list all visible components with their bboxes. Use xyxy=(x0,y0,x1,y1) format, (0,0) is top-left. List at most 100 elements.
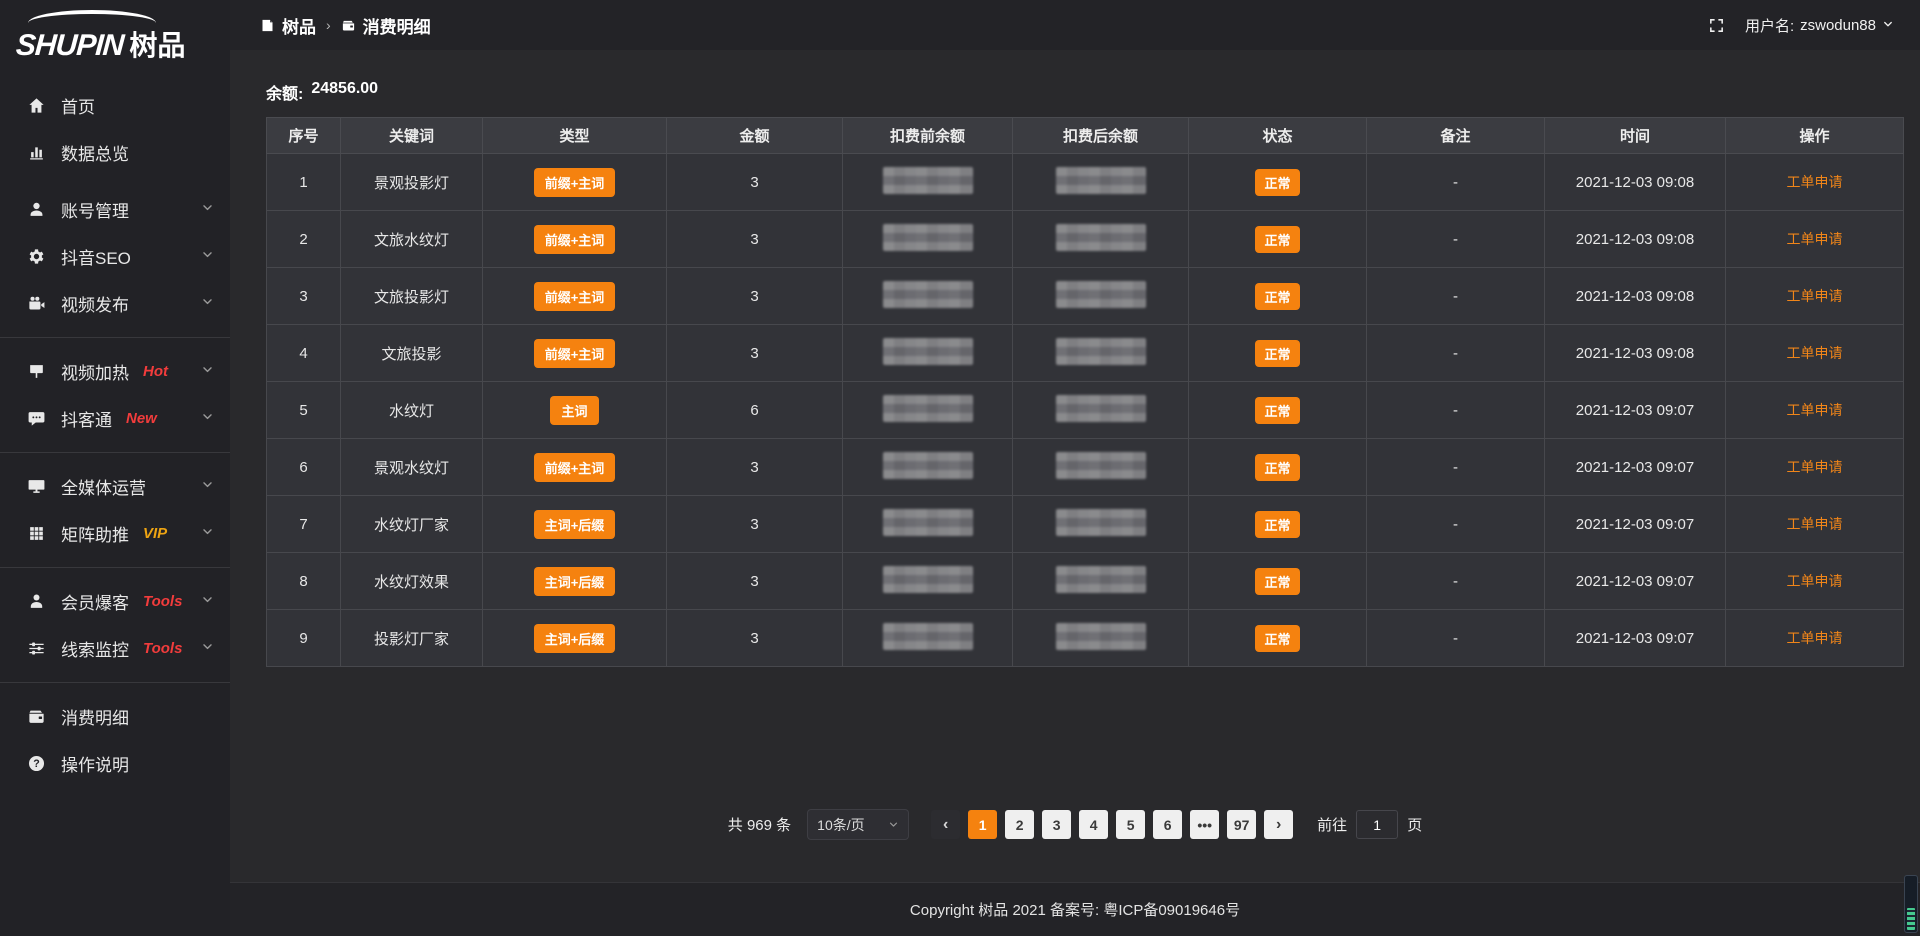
cell-amount: 3 xyxy=(667,610,843,667)
cell-keyword: 水纹灯效果 xyxy=(341,553,483,610)
cell-amount: 3 xyxy=(667,439,843,496)
cell-type: 主词+后缀 xyxy=(483,553,667,610)
sidebar-item[interactable]: 全媒体运营 xyxy=(0,463,230,510)
sidebar-item[interactable]: 抖客通 New xyxy=(0,395,230,442)
work-order-link[interactable]: 工单申请 xyxy=(1787,288,1843,304)
sidebar-item[interactable]: ? 操作说明 xyxy=(0,740,230,787)
redacted-balance-after xyxy=(1056,395,1146,422)
cell-action: 工单申请 xyxy=(1726,268,1904,325)
sidebar-item-tag: Tools xyxy=(143,593,182,610)
sidebar-item-label: 抖客通 xyxy=(61,406,112,431)
chevron-down-icon xyxy=(888,817,899,833)
sidebar-divider xyxy=(0,337,230,338)
redacted-balance-after xyxy=(1056,167,1146,194)
redacted-balance-before xyxy=(883,395,973,422)
user-area: 用户名: zswodun88 xyxy=(1708,15,1894,36)
sidebar-item[interactable]: 视频发布 xyxy=(0,280,230,327)
type-badge: 主词+后缀 xyxy=(534,510,616,539)
cell-action: 工单申请 xyxy=(1726,382,1904,439)
user-menu[interactable]: 用户名: zswodun88 xyxy=(1745,15,1894,36)
page-number-button[interactable]: 3 xyxy=(1042,810,1071,839)
sidebar-item[interactable]: 首页 xyxy=(0,82,230,129)
page-number-button[interactable]: 97 xyxy=(1227,810,1256,839)
sidebar-item-icon xyxy=(26,639,46,659)
sidebar-item[interactable]: 矩阵助推 VIP xyxy=(0,510,230,557)
top-bar: 树品 › 消费明细 用户名: zswodun88 xyxy=(230,0,1920,50)
sidebar-item[interactable]: 消费明细 xyxy=(0,693,230,740)
breadcrumb-item[interactable]: 树品 xyxy=(260,13,316,38)
green-bars-decoration xyxy=(1907,908,1915,930)
sidebar-item-icon: ? xyxy=(26,754,46,774)
type-badge: 前缀+主词 xyxy=(534,282,616,311)
cell-balance-before xyxy=(843,496,1013,553)
cell-type: 主词+后缀 xyxy=(483,610,667,667)
sidebar-item-icon xyxy=(26,362,46,382)
sidebar-item[interactable]: 账号管理 xyxy=(0,186,230,233)
work-order-link[interactable]: 工单申请 xyxy=(1787,174,1843,190)
cell-seq: 2 xyxy=(267,211,341,268)
goto-page-input[interactable]: 1 xyxy=(1356,810,1398,839)
cell-balance-before xyxy=(843,553,1013,610)
work-order-link[interactable]: 工单申请 xyxy=(1787,402,1843,418)
work-order-link[interactable]: 工单申请 xyxy=(1787,345,1843,361)
sidebar-item-icon xyxy=(26,524,46,544)
sidebar-item[interactable]: 抖音SEO xyxy=(0,233,230,280)
work-order-link[interactable]: 工单申请 xyxy=(1787,231,1843,247)
work-order-link[interactable]: 工单申请 xyxy=(1787,516,1843,532)
sidebar-item-label: 操作说明 xyxy=(61,751,129,776)
sidebar-item-label: 首页 xyxy=(61,93,95,118)
sidebar-item[interactable]: 视频加热 Hot xyxy=(0,348,230,395)
cell-keyword: 文旅水纹灯 xyxy=(341,211,483,268)
page-number-button[interactable]: ••• xyxy=(1190,810,1219,839)
work-order-link[interactable]: 工单申请 xyxy=(1787,573,1843,589)
chevron-down-icon xyxy=(201,525,214,543)
cell-status: 正常 xyxy=(1189,496,1367,553)
sidebar-item-icon xyxy=(26,707,46,727)
cell-seq: 1 xyxy=(267,154,341,211)
page-size-select[interactable]: 10条/页 xyxy=(807,809,909,840)
page-number-button[interactable]: 6 xyxy=(1153,810,1182,839)
cell-status: 正常 xyxy=(1189,610,1367,667)
balance: 余额: 24856.00 xyxy=(266,80,1920,104)
chevron-down-icon xyxy=(201,593,214,611)
sidebar-item[interactable]: 线索监控 Tools xyxy=(0,625,230,672)
sidebar-item[interactable]: 数据总览 xyxy=(0,129,230,176)
cell-keyword: 水纹灯厂家 xyxy=(341,496,483,553)
breadcrumb-item[interactable]: 消费明细 xyxy=(341,13,431,38)
type-badge: 前缀+主词 xyxy=(534,339,616,368)
fullscreen-icon[interactable] xyxy=(1708,17,1725,34)
cell-seq: 7 xyxy=(267,496,341,553)
pagination-total: 共 969 条 xyxy=(728,814,791,835)
status-badge: 正常 xyxy=(1255,340,1299,367)
table-header-cell: 类型 xyxy=(483,118,667,154)
cell-balance-after xyxy=(1013,211,1189,268)
page-number-button[interactable]: 1 xyxy=(968,810,997,839)
cell-amount: 3 xyxy=(667,496,843,553)
work-order-link[interactable]: 工单申请 xyxy=(1787,459,1843,475)
cell-amount: 3 xyxy=(667,325,843,382)
cell-balance-before xyxy=(843,610,1013,667)
redacted-balance-after xyxy=(1056,566,1146,593)
page-number-button[interactable]: 5 xyxy=(1116,810,1145,839)
cell-seq: 4 xyxy=(267,325,341,382)
main-column: 树品 › 消费明细 用户名: zswodun88 xyxy=(230,0,1920,936)
type-badge: 前缀+主词 xyxy=(534,225,616,254)
sidebar-item-label: 全媒体运营 xyxy=(61,474,146,499)
table-row: 4 文旅投影 前缀+主词 3 正常 - 2021-12-03 09:08 工单申… xyxy=(267,325,1904,382)
next-page-button[interactable]: › xyxy=(1264,810,1293,839)
status-badge: 正常 xyxy=(1255,568,1299,595)
redacted-balance-after xyxy=(1056,281,1146,308)
breadcrumb: 树品 › 消费明细 xyxy=(260,13,431,38)
page-number-button[interactable]: 2 xyxy=(1005,810,1034,839)
logo-arc-decoration xyxy=(28,10,156,23)
cell-balance-after xyxy=(1013,439,1189,496)
goto-label: 前往 xyxy=(1317,814,1347,835)
sidebar-item[interactable]: 会员爆客 Tools xyxy=(0,578,230,625)
cell-seq: 6 xyxy=(267,439,341,496)
cell-time: 2021-12-03 09:08 xyxy=(1545,268,1726,325)
page-number-button[interactable]: 4 xyxy=(1079,810,1108,839)
prev-page-button[interactable]: ‹ xyxy=(931,810,960,839)
cell-balance-before xyxy=(843,154,1013,211)
cell-amount: 3 xyxy=(667,154,843,211)
work-order-link[interactable]: 工单申请 xyxy=(1787,630,1843,646)
